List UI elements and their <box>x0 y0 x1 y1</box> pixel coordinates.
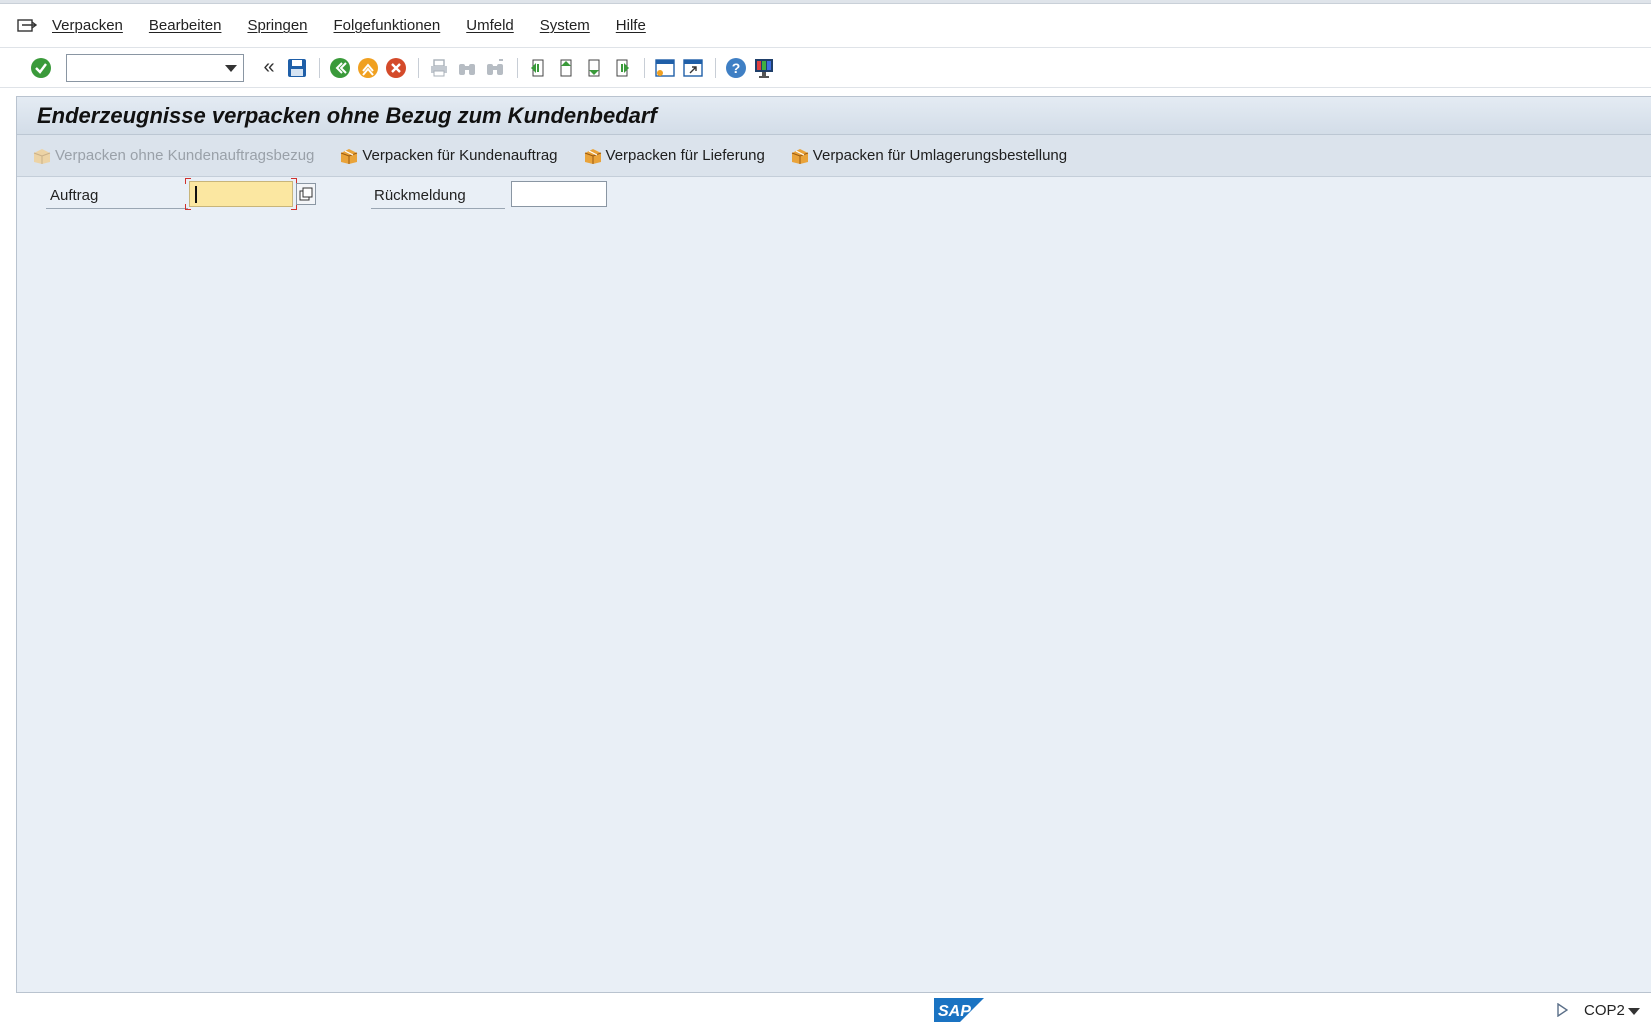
package-icon <box>338 146 360 166</box>
exit-icon[interactable] <box>355 55 381 81</box>
text-cursor <box>195 186 197 203</box>
enter-icon[interactable] <box>28 55 54 81</box>
pack-for-stock-transport-order-button[interactable]: Verpacken für Umlagerungsbestellung <box>789 146 1067 166</box>
cancel-icon[interactable] <box>383 55 409 81</box>
help-icon[interactable]: ? <box>723 55 749 81</box>
label-underline <box>371 208 505 209</box>
system-menu-icon[interactable] <box>16 17 38 35</box>
menu-verpacken[interactable]: Verpacken <box>52 17 123 34</box>
focus-corner <box>185 204 191 210</box>
auftrag-label: Auftrag <box>50 187 99 204</box>
menu-bearbeiten[interactable]: Bearbeiten <box>149 17 222 34</box>
status-expand-icon[interactable] <box>1556 1003 1568 1017</box>
value-help-icon[interactable] <box>296 183 316 205</box>
first-page-icon[interactable] <box>525 55 551 81</box>
toolbar-separator <box>644 57 645 78</box>
command-input[interactable] <box>67 54 217 81</box>
menu-folgefunktionen[interactable]: Folgefunktionen <box>334 17 441 34</box>
pack-without-sales-order-button: Verpacken ohne Kundenauftragsbezug <box>31 146 314 166</box>
sap-logo-text: SAP <box>938 1003 971 1020</box>
auftrag-input[interactable] <box>189 181 293 207</box>
find-icon <box>454 55 480 81</box>
package-icon <box>789 146 811 166</box>
save-icon[interactable] <box>284 55 310 81</box>
toolbar-separator <box>715 57 716 78</box>
title-bar: Enderzeugnisse verpacken ohne Bezug zum … <box>17 97 1651 135</box>
print-icon <box>426 55 452 81</box>
svg-text:?: ? <box>732 60 741 76</box>
menu-springen[interactable]: Springen <box>247 17 307 34</box>
system-name[interactable]: COP2 <box>1584 1002 1625 1019</box>
standard-toolbar: « ? <box>0 48 1651 88</box>
previous-page-icon[interactable] <box>553 55 579 81</box>
pack-for-delivery-button[interactable]: Verpacken für Lieferung <box>582 146 765 166</box>
package-icon <box>31 146 53 166</box>
chevron-down-icon[interactable] <box>225 64 237 72</box>
sap-logo: SAP <box>934 998 984 1022</box>
toolbar-separator <box>517 57 518 78</box>
application-toolbar: Verpacken ohne Kundenauftragsbezug Verpa… <box>17 135 1651 177</box>
pack-for-sales-order-button[interactable]: Verpacken für Kundenauftrag <box>338 146 558 166</box>
label-underline <box>46 208 188 209</box>
command-field[interactable] <box>66 53 244 82</box>
back-icon[interactable] <box>327 55 353 81</box>
shortcut-icon[interactable] <box>680 55 706 81</box>
menu-system[interactable]: System <box>540 17 590 34</box>
create-session-icon[interactable] <box>652 55 678 81</box>
toolbar-separator <box>418 57 419 78</box>
pack-for-delivery-label: Verpacken für Lieferung <box>605 147 765 164</box>
menu-umfeld[interactable]: Umfeld <box>466 17 514 34</box>
menu-bar: Verpacken Bearbeiten Springen Folgefunkt… <box>0 4 1651 48</box>
page-title: Enderzeugnisse verpacken ohne Bezug zum … <box>37 102 657 128</box>
toolbar-separator <box>319 57 320 78</box>
rueckmeldung-input[interactable] <box>511 181 607 207</box>
pack-for-stock-transport-order-label: Verpacken für Umlagerungsbestellung <box>812 147 1068 164</box>
find-next-icon <box>482 55 508 81</box>
chevron-down-icon[interactable] <box>1628 1008 1640 1015</box>
next-page-icon[interactable] <box>581 55 607 81</box>
pack-without-sales-order-label: Verpacken ohne Kundenauftragsbezug <box>55 147 315 164</box>
customize-layout-icon[interactable] <box>751 55 777 81</box>
main-screen: Enderzeugnisse verpacken ohne Bezug zum … <box>16 96 1651 993</box>
status-bar: SAP COP2 <box>0 993 1651 1029</box>
menu-hilfe[interactable]: Hilfe <box>616 17 646 34</box>
rueckmeldung-label: Rückmeldung <box>374 187 466 204</box>
focus-corner <box>185 178 191 184</box>
history-back-icon[interactable]: « <box>256 55 282 81</box>
last-page-icon[interactable] <box>609 55 635 81</box>
package-icon <box>582 146 604 166</box>
selection-form: Auftrag Rückmeldung <box>17 178 717 211</box>
pack-for-sales-order-label: Verpacken für Kundenauftrag <box>362 147 558 164</box>
